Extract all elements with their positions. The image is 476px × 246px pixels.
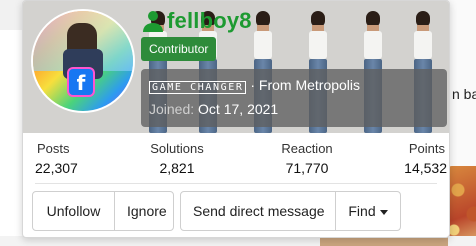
username[interactable]: fellboy8 — [167, 8, 252, 34]
custom-title: GAME CHANGER — [149, 81, 247, 94]
message-button-group: Send direct message Find — [180, 191, 401, 231]
stat-label: Reaction — [281, 141, 333, 156]
joined-line: Joined: Oct 17, 2021 — [149, 101, 278, 117]
stat-points[interactable]: Points 14,532 — [395, 141, 447, 176]
avatar[interactable]: f — [31, 9, 135, 113]
stat-posts[interactable]: Posts 22,307 — [35, 141, 89, 176]
location-prefix: · From — [250, 77, 296, 93]
profile-banner: f fellboy8 Contributor GAME CHANGER · Fr… — [23, 1, 449, 133]
stat-value: 22,307 — [35, 160, 78, 176]
member-stats: Posts 22,307 Solutions 2,821 Reaction 71… — [23, 141, 449, 181]
member-info-box: GAME CHANGER · From Metropolis Joined: O… — [141, 69, 447, 127]
background-page-image — [446, 166, 476, 246]
joined-label: Joined: — [149, 101, 195, 117]
send-direct-message-button[interactable]: Send direct message — [181, 192, 336, 230]
member-title-line: GAME CHANGER · From Metropolis — [149, 77, 360, 94]
follow-button-group: Unfollow Ignore — [32, 191, 174, 231]
stat-label: Solutions — [150, 141, 204, 156]
facebook-logo-icon: f — [69, 69, 93, 95]
ignore-button[interactable]: Ignore — [115, 192, 173, 230]
username-row: fellboy8 — [141, 7, 252, 35]
stat-value: 71,770 — [285, 160, 329, 176]
stat-reaction[interactable]: Reaction 71,770 — [271, 141, 343, 176]
background-page-text: n ba — [452, 86, 476, 102]
stat-label: Posts — [37, 141, 70, 156]
chevron-down-icon — [379, 209, 388, 215]
divider — [35, 183, 437, 184]
stat-value: 14,532 — [404, 160, 447, 176]
unfollow-button[interactable]: Unfollow — [33, 192, 115, 230]
stat-value: 2,821 — [159, 160, 195, 176]
user-icon — [143, 11, 163, 32]
location-link[interactable]: Metropolis — [295, 77, 360, 93]
find-dropdown-button[interactable]: Find — [336, 192, 400, 230]
member-tooltip-card: f fellboy8 Contributor GAME CHANGER · Fr… — [22, 0, 450, 238]
user-title-badge: Contributor — [141, 37, 217, 61]
stat-solutions[interactable]: Solutions 2,821 — [139, 141, 215, 176]
stat-label: Points — [408, 141, 445, 156]
find-label: Find — [348, 203, 376, 219]
joined-date: Oct 17, 2021 — [198, 101, 279, 117]
